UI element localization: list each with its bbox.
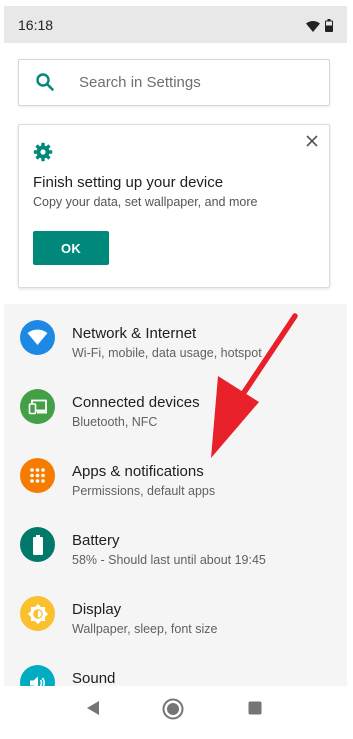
back-icon[interactable] [86,700,100,721]
home-icon[interactable] [162,698,184,725]
phone-screen: 16:18 Search in Settings Finish setting … [4,6,347,731]
recents-icon[interactable] [248,701,262,720]
red-arrow-icon [211,313,298,458]
navigation-bar [4,686,347,731]
